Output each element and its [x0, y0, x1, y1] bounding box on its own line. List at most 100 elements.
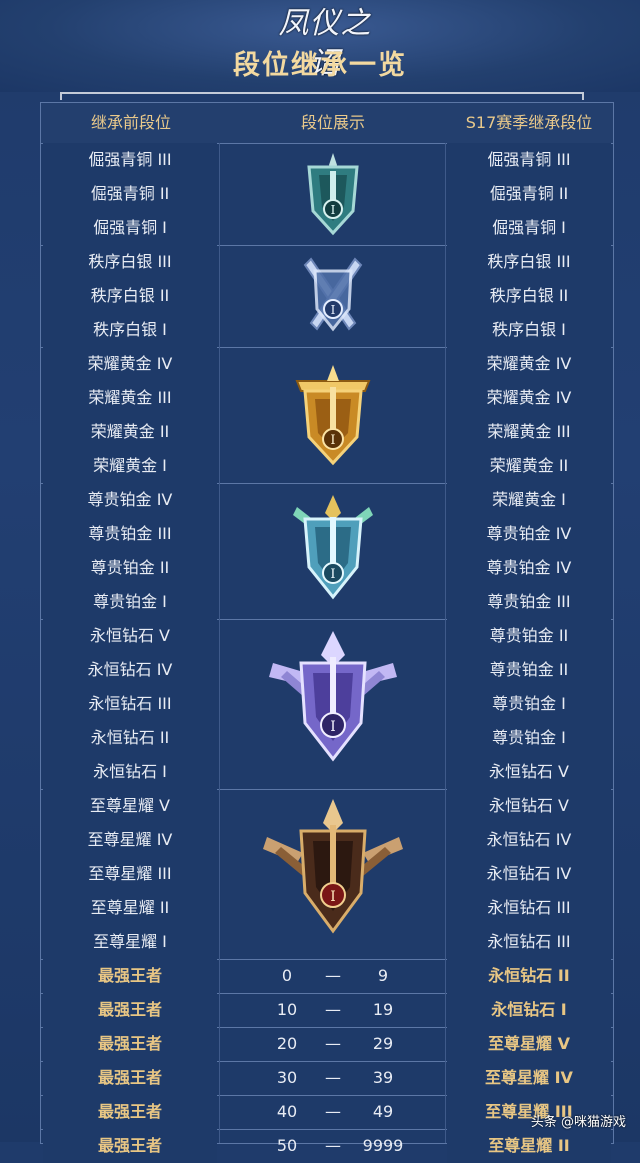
star-range-dash: — [325, 1068, 341, 1087]
before-rank: 尊贵铂金 III [43, 517, 217, 551]
star-range-dash: — [325, 1034, 341, 1053]
after-rank: 永恒钻石 I [447, 993, 611, 1027]
king-row: 最强王者 30 — 39 至尊星耀 IV [41, 1061, 613, 1095]
after-rank: 永恒钻石 IV [447, 823, 611, 857]
before-rank: 秩序白银 III [43, 245, 217, 279]
before-rank: 至尊星耀 I [43, 925, 217, 959]
svg-text:I: I [330, 889, 336, 905]
before-rank: 永恒钻石 V [43, 619, 217, 653]
star-range-low: 40 [276, 1102, 298, 1121]
after-rank: 尊贵铂金 IV [447, 551, 611, 585]
before-rank: 永恒钻石 I [43, 755, 217, 789]
before-rank: 倔强青铜 II [43, 177, 217, 211]
starlight-emblem-icon: I [263, 799, 403, 934]
before-rank: 荣耀黄金 IV [43, 347, 217, 381]
logo: 凤仪之诏 [278, 6, 372, 81]
star-range-high: 9 [377, 966, 389, 985]
star-range-low: 20 [276, 1034, 298, 1053]
after-rank: 荣耀黄金 IV [447, 381, 611, 415]
after-rank: 永恒钻石 V [447, 789, 611, 823]
star-range: 40 — 49 [221, 1095, 445, 1129]
after-rank: 永恒钻石 III [447, 925, 611, 959]
svg-text:I: I [330, 719, 336, 735]
inheritance-table: 继承前段位 段位展示 S17赛季继承段位 倔强青铜 III 倔强青铜 III 倔强青… [40, 102, 614, 1163]
top-banner: 凤仪之诏 段位继承一览 [0, 0, 640, 92]
star-range: 20 — 29 [221, 1027, 445, 1061]
king-rank: 最强王者 [43, 1095, 217, 1129]
before-rank: 至尊星耀 V [43, 789, 217, 823]
star-range: 10 — 19 [221, 993, 445, 1027]
king-row: 最强王者 20 — 29 至尊星耀 V [41, 1027, 613, 1061]
header-display: 段位展示 [300, 113, 365, 132]
after-rank: 荣耀黄金 III [447, 415, 611, 449]
before-rank: 秩序白银 II [43, 279, 217, 313]
after-rank: 倔强青铜 III [447, 143, 611, 177]
after-rank: 至尊星耀 IV [447, 1061, 611, 1095]
star-range-dash: — [325, 966, 341, 985]
watermark: 头条 @咪猫游戏 [530, 1115, 626, 1130]
star-range: 0 — 9 [221, 959, 445, 993]
after-rank: 尊贵铂金 IV [447, 517, 611, 551]
king-rank: 最强王者 [43, 993, 217, 1027]
svg-text:I: I [330, 567, 335, 582]
after-rank: 尊贵铂金 II [447, 619, 611, 653]
before-rank: 尊贵铂金 II [43, 551, 217, 585]
before-rank: 荣耀黄金 II [43, 415, 217, 449]
star-range-dash: — [325, 1102, 341, 1121]
after-rank: 永恒钻石 III [447, 891, 611, 925]
after-rank: 荣耀黄金 IV [447, 347, 611, 381]
header-after: S17赛季继承段位 [465, 113, 593, 132]
star-range-low: 0 [281, 966, 293, 985]
star-range-low: 50 [276, 1136, 298, 1155]
header-before: 继承前段位 [90, 113, 171, 132]
after-rank: 尊贵铂金 II [447, 653, 611, 687]
before-rank: 尊贵铂金 I [43, 585, 217, 619]
star-range-high: 29 [372, 1034, 394, 1053]
svg-text:I: I [331, 303, 336, 317]
star-range-high: 49 [372, 1102, 394, 1121]
after-rank: 永恒钻石 V [447, 755, 611, 789]
after-rank: 至尊星耀 V [447, 1027, 611, 1061]
frame-line [60, 92, 584, 100]
star-range-dash: — [325, 1136, 341, 1155]
star-range-high: 19 [372, 1000, 394, 1019]
king-rank: 最强王者 [43, 1129, 217, 1163]
king-rank: 最强王者 [43, 959, 217, 993]
before-rank: 永恒钻石 IV [43, 653, 217, 687]
after-rank: 永恒钻石 IV [447, 857, 611, 891]
table-header: 继承前段位 段位展示 S17赛季继承段位 [41, 103, 613, 144]
star-range-high: 9999 [362, 1136, 404, 1155]
star-range-dash: — [325, 1000, 341, 1019]
king-rank: 最强王者 [43, 1061, 217, 1095]
after-rank: 秩序白银 I [447, 313, 611, 347]
bronze-emblem-icon: I [307, 153, 359, 236]
before-rank: 至尊星耀 II [43, 891, 217, 925]
after-rank: 秩序白银 II [447, 279, 611, 313]
after-rank: 倔强青铜 II [447, 177, 611, 211]
page-title: 段位继承一览 [233, 50, 407, 81]
before-rank: 倔强青铜 I [43, 211, 217, 245]
before-rank: 至尊星耀 III [43, 857, 217, 891]
platinum-emblem-icon: I [293, 495, 373, 600]
before-rank: 倔强青铜 III [43, 143, 217, 177]
column-divider [445, 143, 446, 1143]
king-row: 最强王者 10 — 19 永恒钻石 I [41, 993, 613, 1027]
star-range-high: 39 [372, 1068, 394, 1087]
king-row: 最强王者 50 — 9999 至尊星耀 II [41, 1129, 613, 1163]
star-range: 30 — 39 [221, 1061, 445, 1095]
before-rank: 永恒钻石 III [43, 687, 217, 721]
after-rank: 荣耀黄金 I [447, 483, 611, 517]
svg-text:I: I [331, 203, 336, 217]
king-rank: 最强王者 [43, 1027, 217, 1061]
after-rank: 荣耀黄金 II [447, 449, 611, 483]
after-rank: 尊贵铂金 III [447, 585, 611, 619]
column-divider [219, 143, 220, 1143]
star-range: 50 — 9999 [221, 1129, 445, 1163]
before-rank: 秩序白银 I [43, 313, 217, 347]
after-rank: 至尊星耀 II [447, 1129, 611, 1163]
after-rank: 倔强青铜 I [447, 211, 611, 245]
before-rank: 至尊星耀 IV [43, 823, 217, 857]
silver-emblem-icon: I [303, 257, 363, 332]
svg-text:I: I [330, 433, 335, 448]
before-rank: 永恒钻石 II [43, 721, 217, 755]
